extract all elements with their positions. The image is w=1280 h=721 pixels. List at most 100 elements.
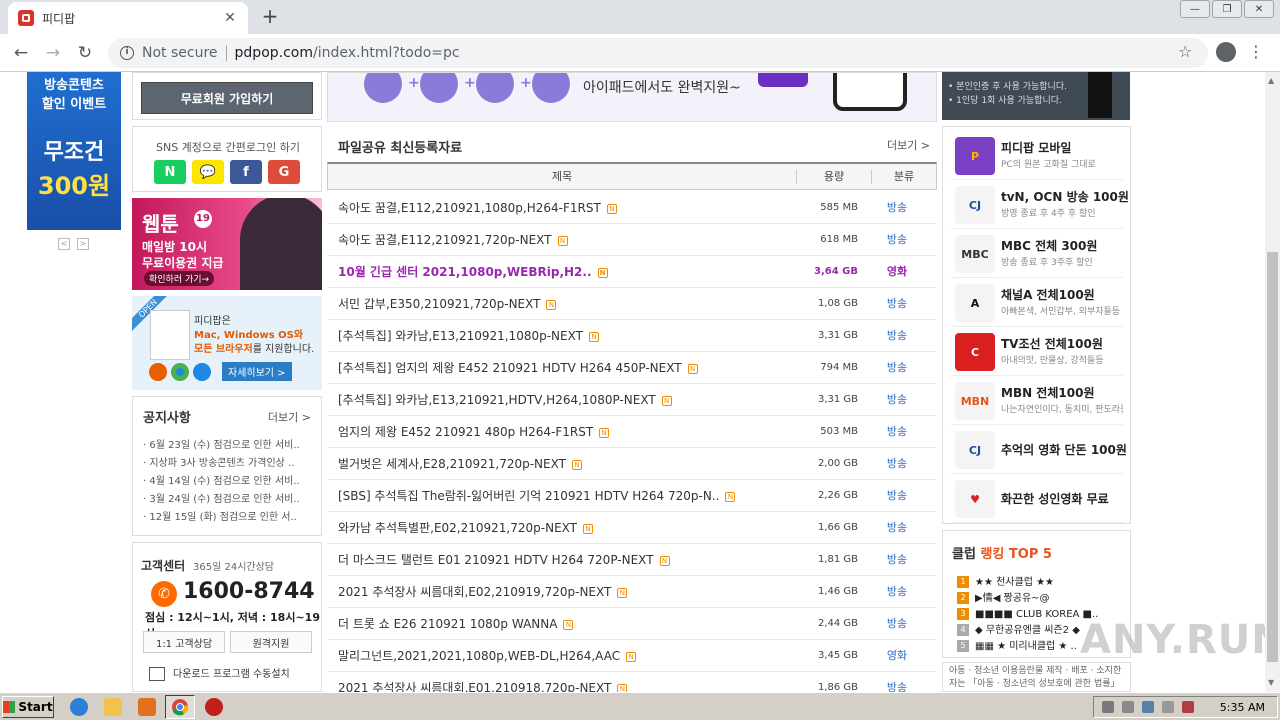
file-title-link[interactable]: 엄지의 제왕 E452 210921 480p H264-F1RST N <box>338 416 798 448</box>
forward-arrow-icon[interactable]: → <box>42 42 64 64</box>
file-category[interactable]: 영화 <box>882 640 912 672</box>
file-category[interactable]: 방송 <box>882 416 912 448</box>
file-row[interactable]: 엄지의 제왕 E452 210921 480p H264-F1RST N 503 M… <box>327 416 937 448</box>
close-tab-icon[interactable]: ✕ <box>222 10 238 26</box>
channel-item[interactable]: CJ 추억의 영화 단돈 100원 <box>951 425 1127 474</box>
remote-support-button[interactable]: 원격지원 <box>230 631 312 653</box>
file-row[interactable]: 더 트롯 쇼 E26 210921 1080p WANNA N 2,44 GB 방송 <box>327 608 937 640</box>
address-bar[interactable]: i Not secure pdpop.com /index.html?todo=… <box>108 38 1208 68</box>
file-title-link[interactable]: 더 마스크드 탤런트 E01 210921 HDTV H264 720P-NEX… <box>338 544 798 576</box>
file-title-link[interactable]: [추석특집] 와카남,E13,210921,1080p-NEXT N <box>338 320 798 352</box>
scroll-down-icon[interactable]: ▼ <box>1268 678 1274 687</box>
next-arrow-icon[interactable]: > <box>77 238 89 250</box>
naver-login-button[interactable]: N <box>154 160 186 184</box>
browser-tab[interactable]: 피디팝 ✕ <box>8 2 248 34</box>
file-title-link[interactable]: 와카남 추석특별판,E02,210921,720p-NEXT N <box>338 512 798 544</box>
file-category[interactable]: 방송 <box>882 672 912 692</box>
back-arrow-icon[interactable]: ← <box>10 42 32 64</box>
channel-item[interactable]: MBN MBN 전체100원 나는자연인이다, 동치미, 판도라등 <box>951 376 1123 425</box>
file-row[interactable]: 서민 갑부,E350,210921,720p-NEXT N 1,08 GB 방송 <box>327 288 937 320</box>
info-icon[interactable]: i <box>120 46 134 60</box>
notice-item[interactable]: · 12월 15일 (화) 점검으로 인한 서.. <box>143 509 319 527</box>
scrollbar-thumb[interactable] <box>1267 252 1278 662</box>
file-row[interactable]: [SBS] 추석특집 The람쥐-잃어버린 기억 210921 HDTV H26… <box>327 480 937 512</box>
close-window-button[interactable]: ✕ <box>1244 0 1274 18</box>
file-category[interactable]: 방송 <box>882 288 912 320</box>
internet-explorer-icon[interactable] <box>70 698 88 716</box>
file-title-link[interactable]: 벌거벗은 세계사,E28,210921,720p-NEXT N <box>338 448 798 480</box>
file-category[interactable]: 방송 <box>882 512 912 544</box>
bookmark-star-icon[interactable]: ☆ <box>1178 42 1192 61</box>
file-row[interactable]: 2021 추석장사 씨름대회,E01,210918,720p-NEXT N 1,86… <box>327 672 937 692</box>
minimize-button[interactable]: — <box>1180 0 1210 18</box>
file-category[interactable]: 방송 <box>882 480 912 512</box>
file-category[interactable]: 방송 <box>882 224 912 256</box>
left-promo-banner[interactable]: 방송콘텐츠 할인 이벤트 무조건 300원 <box>27 72 121 230</box>
club-ranking-item[interactable]: 2 ▶情◀ 짱공유~@ <box>957 591 1127 607</box>
webtoon-banner[interactable]: 웹툰 19 매일밤 10시 무료이용권 지급 확인하러 가기→ <box>132 198 322 290</box>
file-explorer-icon[interactable] <box>104 698 122 716</box>
file-title-link[interactable]: 2021 추석장사 씨름대회,E01,210918,720p-NEXT N <box>338 672 798 692</box>
file-category[interactable]: 방송 <box>882 384 912 416</box>
google-login-button[interactable]: G <box>268 160 300 184</box>
file-category[interactable]: 방송 <box>882 192 912 224</box>
channel-item[interactable]: CJ tvN, OCN 방송 100원 방영 종료 후 4주 후 할인 <box>951 180 1129 229</box>
notice-item[interactable]: · 지상파 3사 방송콘텐츠 가격인상 .. <box>143 455 319 473</box>
notice-more-link[interactable]: 더보기 > <box>268 409 311 425</box>
file-title-link[interactable]: 서민 갑부,E350,210921,720p-NEXT N <box>338 288 798 320</box>
file-title-link[interactable]: 더 트롯 쇼 E26 210921 1080p WANNA N <box>338 608 798 640</box>
file-category[interactable]: 방송 <box>882 544 912 576</box>
media-player-icon[interactable] <box>138 698 156 716</box>
notice-item[interactable]: · 4월 14일 (수) 점검으로 인한 서비.. <box>143 473 319 491</box>
file-title-link[interactable]: 속아도 꿈결,E112,210921,720p-NEXT N <box>338 224 798 256</box>
channel-item[interactable]: A 채널A 전체100원 아빠본색, 서민갑부, 외부자들등 <box>951 278 1123 327</box>
file-row[interactable]: 속아도 꿈결,E112,210921,720p-NEXT N 618 MB 방송 <box>327 224 937 256</box>
scroll-up-icon[interactable]: ▲ <box>1268 76 1274 85</box>
new-tab-button[interactable]: + <box>260 6 280 26</box>
signup-button[interactable]: 무료회원 가입하기 <box>141 82 313 114</box>
file-title-link[interactable]: 말리그넌트,2021,2021,1080p,WEB-DL,H264,AAC N <box>338 640 798 672</box>
file-row[interactable]: 와카남 추석특별판,E02,210921,720p-NEXT N 1,66 GB 방송 <box>327 512 937 544</box>
channel-item[interactable]: MBC MBC 전체 300원 방송 종료 후 3주후 할인 <box>951 229 1123 278</box>
notice-item[interactable]: · 6월 23일 (수) 점검으로 인한 서비.. <box>143 437 319 455</box>
file-row[interactable]: [추석특집] 엄지의 제왕 E452 210921 HDTV H264 450P… <box>327 352 937 384</box>
antivirus-icon[interactable] <box>205 698 223 716</box>
file-row[interactable]: 10월 긴급 센터 2021,1080p,WEBRip,H2.. N 3,64 GB… <box>327 256 937 288</box>
file-title-link[interactable]: 10월 긴급 센터 2021,1080p,WEBRip,H2.. N <box>338 256 798 288</box>
file-category[interactable]: 방송 <box>882 352 912 384</box>
channel-item[interactable]: ♥ 화끈한 성인영화 무료 <box>951 474 1123 523</box>
kakao-login-button[interactable]: 💬 <box>192 160 224 184</box>
file-title-link[interactable]: [추석특집] 엄지의 제왕 E452 210921 HDTV H264 450P… <box>338 352 798 384</box>
file-category[interactable]: 방송 <box>882 448 912 480</box>
manual-install-link[interactable]: 다운로드 프로그램 수동설치 <box>149 665 290 681</box>
file-category[interactable]: 영화 <box>882 256 912 288</box>
file-row[interactable]: [추석특집] 와카남,E13,210921,HDTV,H264,1080P-NE… <box>327 384 937 416</box>
start-button[interactable]: Start <box>2 696 54 718</box>
file-row[interactable]: [추석특집] 와카남,E13,210921,1080p-NEXT N 3,31 GB… <box>327 320 937 352</box>
prev-arrow-icon[interactable]: < <box>58 238 70 250</box>
usb-icon[interactable] <box>1162 701 1174 713</box>
speaker-icon[interactable] <box>1122 701 1134 713</box>
os-support-banner[interactable]: OPEN 피디팝은 Mac, Windows OS와 모든 브라우저를 지원합니… <box>132 296 322 390</box>
app-promo-banner[interactable]: + + + 아이패드에서도 완벽지원~ <box>327 72 937 122</box>
file-row[interactable]: 2021 추석장사 씨름대회,E02,210919,720p-NEXT N 1,46… <box>327 576 937 608</box>
file-title-link[interactable]: [추석특집] 와카남,E13,210921,HDTV,H264,1080P-NE… <box>338 384 798 416</box>
file-title-link[interactable]: 2021 추석장사 씨름대회,E02,210919,720p-NEXT N <box>338 576 798 608</box>
reload-icon[interactable]: ↻ <box>74 42 96 64</box>
file-category[interactable]: 방송 <box>882 608 912 640</box>
one-to-one-support-button[interactable]: 1:1 고객상담 <box>143 631 225 653</box>
restore-button[interactable]: ❐ <box>1212 0 1242 18</box>
files-more-link[interactable]: 더보기 > <box>887 137 930 153</box>
notice-item[interactable]: · 3월 24일 (수) 점검으로 인한 서비.. <box>143 491 319 509</box>
chrome-taskbar-button[interactable] <box>165 695 195 719</box>
right-promo-banner[interactable]: • 본인인증 후 사용 가능합니다. • 1인당 1회 사용 가능합니다. <box>942 72 1130 120</box>
channel-item[interactable]: P 피디팝 모바일 PC의 원본 고화질 그대로 <box>951 131 1123 180</box>
file-row[interactable]: 속아도 꿈결,E112,210921,1080p,H264-F1RST N 585 … <box>327 192 937 224</box>
details-button[interactable]: 자세히보기 > <box>222 362 292 381</box>
file-title-link[interactable]: [SBS] 추석특집 The람쥐-잃어버린 기억 210921 HDTV H26… <box>338 480 798 512</box>
club-ranking-item[interactable]: 1 ★★ 천사클럽 ★★ <box>957 575 1127 591</box>
file-row[interactable]: 벌거벗은 세계사,E28,210921,720p-NEXT N 2,00 GB 방송 <box>327 448 937 480</box>
file-row[interactable]: 더 마스크드 탤런트 E01 210921 HDTV H264 720P-NEX… <box>327 544 937 576</box>
file-row[interactable]: 말리그넌트,2021,2021,1080p,WEB-DL,H264,AAC N 3,… <box>327 640 937 672</box>
file-title-link[interactable]: 속아도 꿈결,E112,210921,1080p,H264-F1RST N <box>338 192 798 224</box>
